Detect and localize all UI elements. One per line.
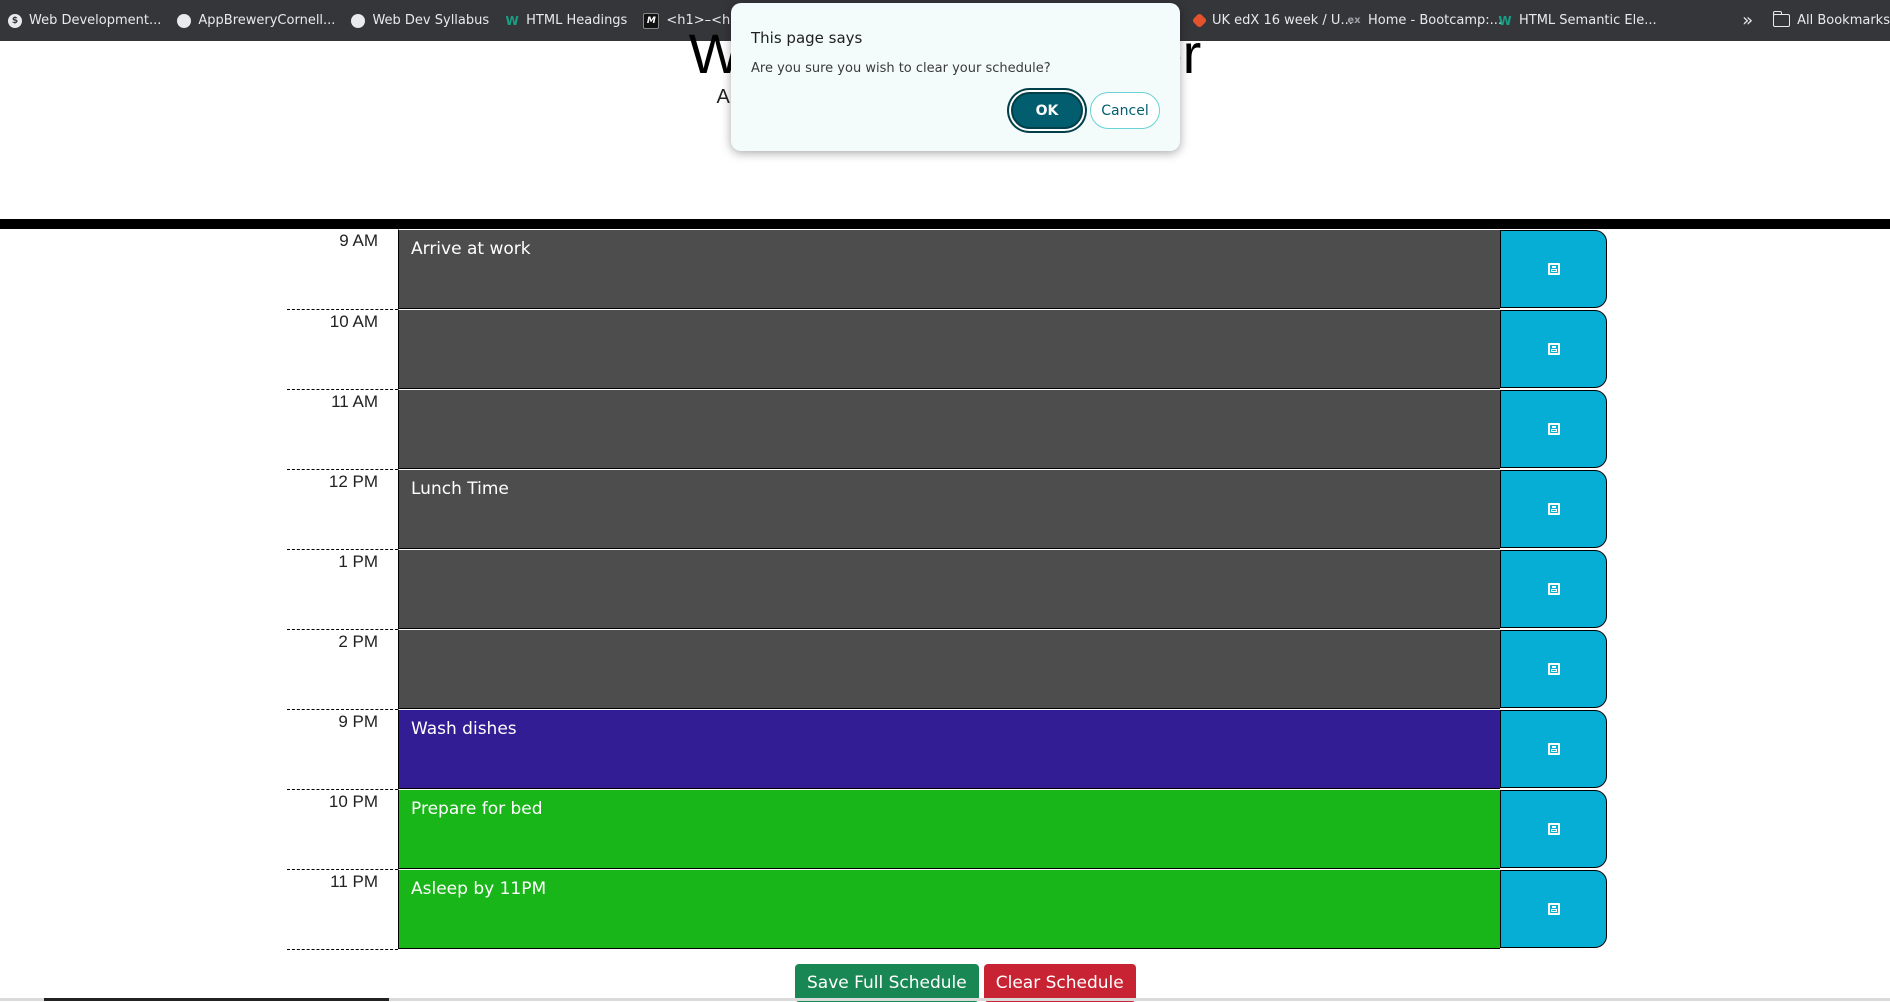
time-block-row: 1 PM [287,549,1607,629]
task-textarea[interactable] [398,389,1500,469]
time-block-row: 11 PM Asleep by 11PM [287,869,1607,949]
save-button[interactable] [1500,710,1607,788]
dialog-cancel-button[interactable]: Cancel [1090,92,1160,129]
save-button[interactable] [1500,550,1607,628]
task-textarea[interactable] [398,549,1500,629]
save-button[interactable] [1500,630,1607,708]
time-block-row: 12 PM Lunch Time [287,469,1607,549]
save-button[interactable] [1500,230,1607,308]
header-divider [0,219,1890,229]
hour-label: 2 PM [287,629,398,709]
dialog-buttons: OK Cancel [1011,92,1160,129]
save-button[interactable] [1500,310,1607,388]
hour-divider [287,949,398,950]
save-button[interactable] [1500,870,1607,948]
dialog-ok-button[interactable]: OK [1011,92,1083,129]
hour-label: 11 PM [287,869,398,949]
dialog-message: Are you sure you wish to clear your sche… [751,61,1051,76]
confirm-dialog: This page says Are you sure you wish to … [731,3,1180,151]
floppy-disk-icon [1547,663,1560,675]
task-textarea[interactable]: Lunch Time [398,469,1500,549]
time-block-row: 9 AM Arrive at work [287,229,1607,309]
task-textarea[interactable] [398,309,1500,389]
floppy-disk-icon [1547,823,1560,835]
dialog-title: This page says [751,29,863,47]
time-block-row: 11 AM [287,389,1607,469]
save-button[interactable] [1500,790,1607,868]
time-block-row: 10 PM Prepare for bed [287,789,1607,869]
floppy-disk-icon [1547,343,1560,355]
time-block-row: 2 PM [287,629,1607,709]
floppy-disk-icon [1547,503,1560,515]
hour-label: 1 PM [287,549,398,629]
schedule: 9 AM Arrive at work 10 AM 11 AM 12 PM Lunch T… [287,229,1607,949]
hour-label: 10 PM [287,789,398,869]
floppy-disk-icon [1547,903,1560,915]
time-block-row: 10 AM [287,309,1607,389]
task-textarea[interactable] [398,629,1500,709]
schedule-actions: Save Full Schedule Clear Schedule [795,964,1136,1002]
task-textarea[interactable]: Wash dishes [398,709,1500,789]
task-textarea[interactable]: Arrive at work [398,229,1500,309]
clear-schedule-button[interactable]: Clear Schedule [983,964,1136,1002]
hour-label: 10 AM [287,309,398,389]
task-textarea[interactable]: Asleep by 11PM [398,869,1500,949]
floppy-disk-icon [1547,423,1560,435]
hour-label: 12 PM [287,469,398,549]
hour-label: 9 PM [287,709,398,789]
task-textarea[interactable]: Prepare for bed [398,789,1500,869]
save-button[interactable] [1500,470,1607,548]
floppy-disk-icon [1547,743,1560,755]
floppy-disk-icon [1547,583,1560,595]
hour-label: 11 AM [287,389,398,469]
hour-label: 9 AM [339,231,378,250]
save-button[interactable] [1500,390,1607,468]
floppy-disk-icon [1547,263,1560,275]
save-full-schedule-button[interactable]: Save Full Schedule [795,964,979,1002]
time-block-row: 9 PM Wash dishes [287,709,1607,789]
